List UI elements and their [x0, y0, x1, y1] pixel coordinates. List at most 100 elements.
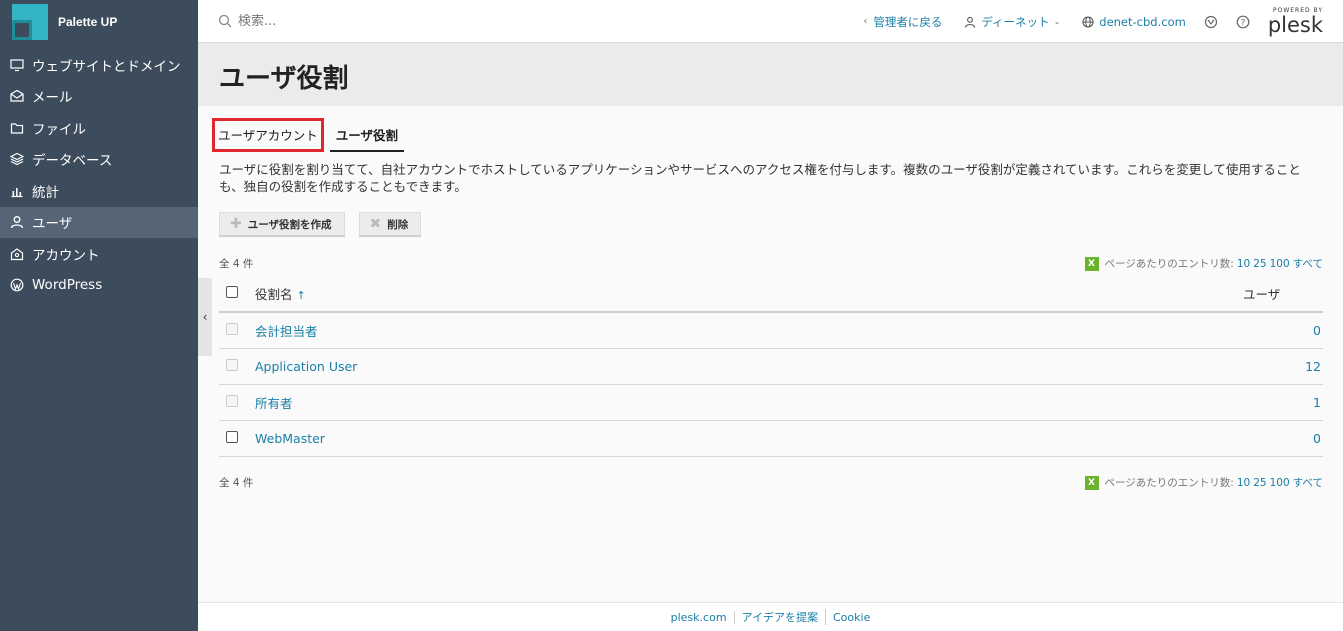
- total-count-top: 全 4 件: [219, 258, 254, 270]
- delete-icon: ✖: [369, 216, 382, 232]
- back-to-admin-link[interactable]: ‹ 管理者に戻る: [863, 14, 942, 30]
- footer-link-cookie[interactable]: Cookie: [826, 611, 877, 624]
- footer-link-suggest-idea[interactable]: アイデアを提案: [735, 609, 826, 625]
- per-page-bottom: X ページあたりのエントリ数: 10 25 100 すべて: [1084, 475, 1323, 490]
- table-row: 所有者 1: [219, 384, 1323, 421]
- sidebar-item-files[interactable]: ファイル: [0, 112, 198, 144]
- row-checkbox-cell: [219, 384, 255, 421]
- chevron-left-icon: ‹: [863, 16, 868, 27]
- brand-logo-icon: [12, 3, 48, 40]
- row-checkbox-cell: [219, 348, 255, 385]
- back-to-admin-label: 管理者に戻る: [873, 14, 943, 29]
- column-header-users[interactable]: ユーザ: [1243, 276, 1323, 313]
- column-header-label: 役割名: [255, 287, 293, 302]
- folder-icon: [10, 121, 24, 135]
- sidebar-item-label: 統計: [32, 184, 59, 201]
- brand[interactable]: Palette UP: [0, 0, 198, 43]
- sidebar: Palette UP ウェブサイトとドメイン メール ファイル データベース 統…: [0, 0, 198, 631]
- sidebar-item-label: ファイル: [32, 121, 86, 138]
- excel-export-icon[interactable]: X: [1084, 256, 1099, 271]
- brand-name: Palette UP: [58, 14, 118, 29]
- user-menu-label: ディーネット: [981, 14, 1050, 29]
- search-icon: [218, 14, 232, 28]
- page-header: ユーザ役割: [198, 43, 1343, 106]
- role-name-link[interactable]: WebMaster: [255, 420, 1243, 457]
- excel-export-icon[interactable]: X: [1084, 475, 1099, 490]
- help-icon[interactable]: ?: [1236, 15, 1250, 29]
- domain-link[interactable]: denet-cbd.com: [1082, 15, 1186, 29]
- sidebar-nav: ウェブサイトとドメイン メール ファイル データベース 統計 ユーザ アカウント: [0, 49, 198, 301]
- per-page-100[interactable]: 100: [1270, 477, 1290, 489]
- per-page-label: ページあたりのエントリ数:: [1104, 477, 1234, 489]
- role-name-link[interactable]: 所有者: [255, 384, 1243, 421]
- wordpress-icon: [10, 278, 24, 292]
- user-icon: [965, 16, 976, 28]
- tab-user-roles[interactable]: ユーザ役割: [329, 118, 405, 152]
- per-page-all[interactable]: すべて: [1293, 256, 1323, 271]
- create-role-button[interactable]: ✚ ユーザ役割を作成: [219, 212, 345, 237]
- plesk-wordmark: plesk: [1267, 12, 1323, 37]
- footer-link-plesk[interactable]: plesk.com: [664, 610, 735, 624]
- delete-button[interactable]: ✖ 削除: [358, 212, 422, 237]
- roles-table: 役割名 ↑ ユーザ 会計担当者 0 Application User 12 所有者…: [219, 276, 1323, 457]
- page-description: ユーザに役割を割り当てて、自社アカウントでホストしているアプリケーションやサービ…: [219, 162, 1301, 194]
- mail-icon: [10, 89, 24, 103]
- footer: plesk.com アイデアを提案 Cookie: [198, 602, 1343, 631]
- table-row: Application User 12: [219, 348, 1323, 385]
- per-page-10[interactable]: 10: [1237, 477, 1250, 489]
- per-page-100[interactable]: 100: [1270, 258, 1290, 270]
- sidebar-item-websites[interactable]: ウェブサイトとドメイン: [0, 49, 198, 81]
- tab-user-accounts[interactable]: ユーザアカウント: [212, 118, 324, 152]
- row-checkbox: [226, 358, 238, 371]
- sidebar-item-account[interactable]: アカウント: [0, 238, 198, 270]
- search-input[interactable]: [238, 13, 638, 29]
- chevron-down-icon: ⌄: [1053, 17, 1061, 26]
- column-header-role-name[interactable]: 役割名 ↑: [255, 276, 1243, 313]
- database-icon: [10, 152, 24, 166]
- bar-chart-icon: [10, 184, 24, 198]
- row-checkbox[interactable]: [226, 430, 238, 443]
- plesk-logo[interactable]: POWERED BY plesk: [1267, 7, 1323, 37]
- per-page-25[interactable]: 25: [1253, 477, 1266, 489]
- domain-label: denet-cbd.com: [1099, 14, 1186, 29]
- sidebar-item-label: WordPress: [32, 277, 103, 294]
- select-all-checkbox[interactable]: [226, 286, 238, 298]
- search-box: [198, 13, 798, 29]
- page-title: ユーザ役割: [219, 64, 349, 94]
- role-users-count[interactable]: 12: [1243, 348, 1323, 385]
- plesk-mascot-icon[interactable]: [1204, 15, 1218, 29]
- sidebar-item-mail[interactable]: メール: [0, 81, 198, 113]
- per-page-all[interactable]: すべて: [1293, 475, 1323, 490]
- monitor-icon: [10, 58, 24, 72]
- sidebar-item-statistics[interactable]: 統計: [0, 175, 198, 207]
- role-users-count[interactable]: 0: [1243, 312, 1323, 349]
- tabs: ユーザアカウント ユーザ役割: [212, 118, 410, 152]
- chevron-left-icon: ‹: [202, 310, 208, 324]
- header-actions: ‹ 管理者に戻る ディーネット ⌄ denet-cbd.com ? POWERE…: [841, 0, 1323, 43]
- sidebar-item-label: メール: [32, 90, 73, 107]
- globe-icon: [1082, 15, 1094, 28]
- sidebar-item-users[interactable]: ユーザ: [0, 206, 198, 238]
- sidebar-item-databases[interactable]: データベース: [0, 144, 198, 176]
- role-users-count[interactable]: 1: [1243, 384, 1323, 421]
- per-page-10[interactable]: 10: [1237, 258, 1250, 270]
- role-users-count[interactable]: 0: [1243, 420, 1323, 457]
- table-row: 会計担当者 0: [219, 312, 1323, 349]
- user-menu[interactable]: ディーネット ⌄: [964, 14, 1060, 30]
- sidebar-collapse-button[interactable]: ‹: [198, 278, 212, 356]
- row-checkbox: [226, 322, 238, 335]
- role-name-link[interactable]: 会計担当者: [255, 312, 1243, 349]
- svg-text:?: ?: [1241, 18, 1246, 28]
- plus-icon: ✚: [230, 216, 242, 232]
- select-all-cell: [219, 276, 255, 313]
- total-count-bottom: 全 4 件: [219, 477, 254, 489]
- create-role-label: ユーザ役割を作成: [247, 218, 332, 231]
- row-checkbox-cell: [219, 420, 255, 457]
- sidebar-item-wordpress[interactable]: WordPress: [0, 270, 198, 302]
- sidebar-item-label: ユーザ: [32, 216, 73, 233]
- sidebar-item-label: アカウント: [32, 247, 100, 264]
- role-name-link[interactable]: Application User: [255, 348, 1243, 385]
- delete-label: 削除: [387, 218, 409, 231]
- top-bar: ‹ 管理者に戻る ディーネット ⌄ denet-cbd.com ? POWERE…: [198, 0, 1343, 43]
- per-page-25[interactable]: 25: [1253, 258, 1266, 270]
